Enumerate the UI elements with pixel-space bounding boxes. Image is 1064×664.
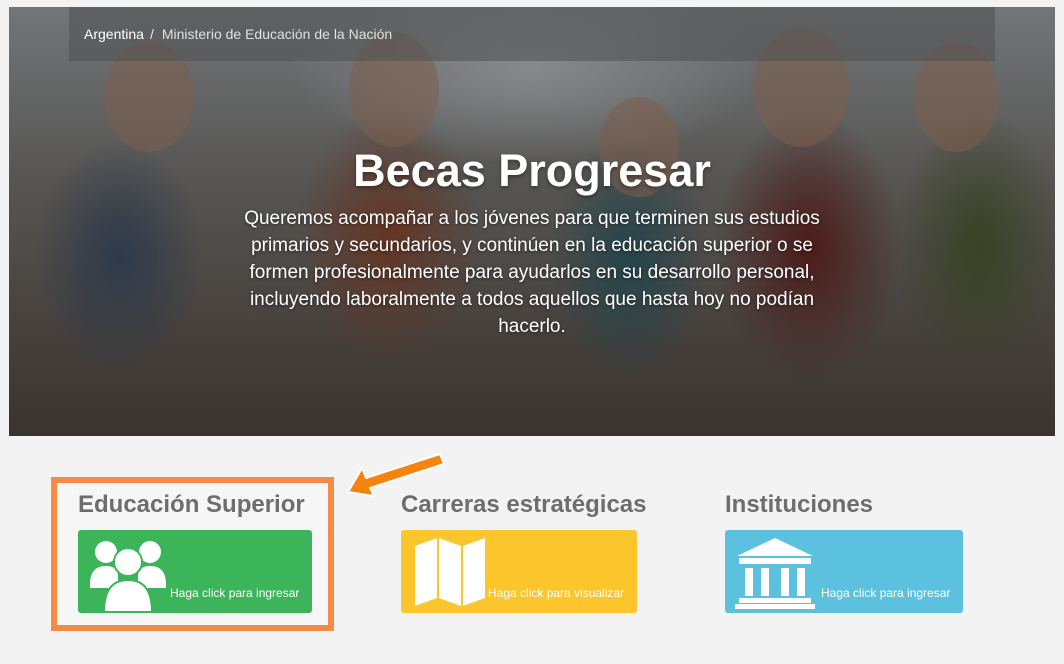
- users-group-icon: [90, 541, 166, 612]
- card-title: Educación Superior: [78, 491, 305, 518]
- page-title: Becas Progresar: [353, 145, 711, 196]
- hero-description: Queremos acompañar a los jóvenes para qu…: [244, 208, 820, 337]
- breadcrumb-separator: /: [149, 26, 154, 42]
- instituciones-button[interactable]: Haga click para ingresar: [725, 530, 963, 613]
- button-label: Haga click para visualizar: [488, 586, 625, 600]
- button-label: Haga click para ingresar: [170, 586, 300, 600]
- hero-banner: Argentina / Ministerio de Educación de l…: [9, 7, 1055, 436]
- institution-building-icon: [735, 538, 815, 609]
- breadcrumb-current: Ministerio de Educación de la Nación: [161, 26, 393, 42]
- carreras-estrategicas-button[interactable]: Haga click para visualizar: [401, 530, 637, 613]
- map-icon: [415, 538, 485, 606]
- breadcrumb: Argentina / Ministerio de Educación de l…: [69, 7, 995, 61]
- card-title: Carreras estratégicas: [401, 491, 647, 518]
- breadcrumb-home-link[interactable]: Argentina: [84, 26, 144, 42]
- button-label: Haga click para ingresar: [821, 586, 951, 600]
- card-title: Instituciones: [725, 491, 874, 518]
- educacion-superior-button[interactable]: Haga click para ingresar: [78, 530, 312, 613]
